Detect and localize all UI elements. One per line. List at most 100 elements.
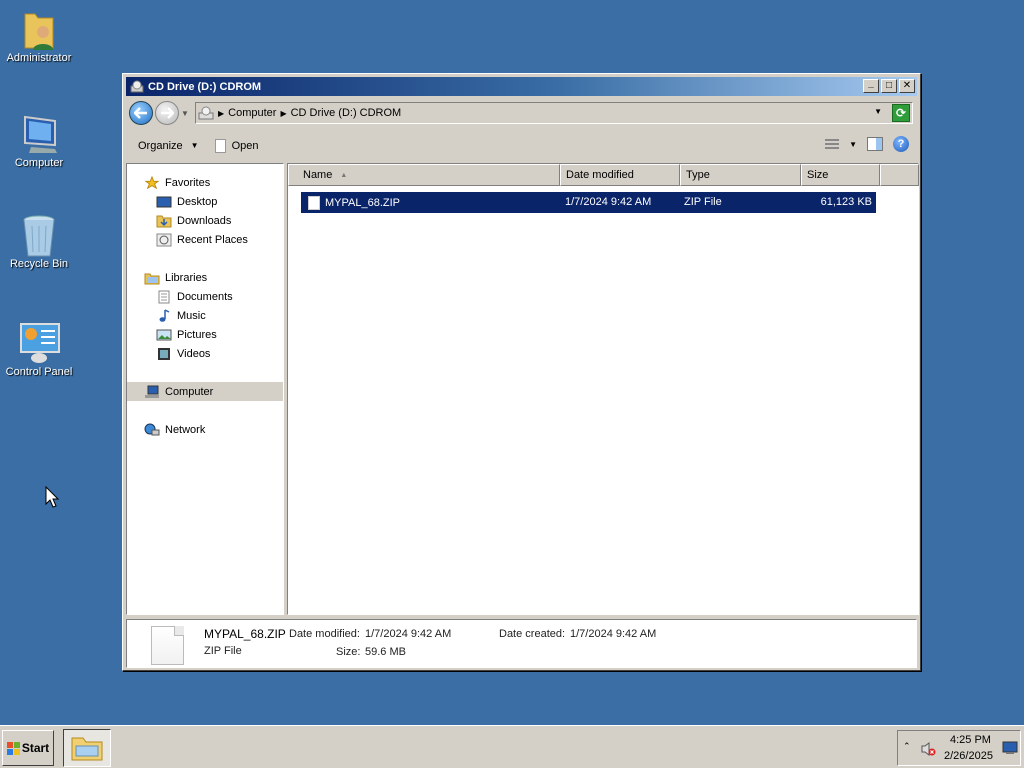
videos-icon [158, 347, 170, 360]
preview-pane-icon[interactable] [867, 137, 883, 151]
desktop-icon-computer[interactable]: Computer [0, 113, 78, 169]
windows-logo-icon [6, 741, 20, 755]
close-button[interactable]: ✕ [899, 79, 915, 93]
nav-documents[interactable]: Documents [127, 287, 283, 306]
column-header-date-modified[interactable]: Date modified [560, 164, 680, 186]
nav-computer[interactable]: Computer [127, 382, 283, 401]
views-dropdown-icon[interactable]: ▼ [849, 140, 857, 149]
libraries-icon [144, 273, 160, 284]
organize-button[interactable]: Organize ▼ [138, 140, 199, 152]
chevron-down-icon: ▼ [190, 141, 199, 150]
views-icon[interactable] [825, 138, 840, 150]
refresh-button[interactable]: ⟳ [892, 104, 910, 122]
details-size: 59.6 MB [365, 646, 406, 658]
minimize-button[interactable]: _ [863, 79, 879, 93]
details-date-created: 1/7/2024 9:42 AM [570, 628, 657, 640]
maximize-button[interactable]: □ [881, 79, 897, 93]
address-bar[interactable]: ▶ Computer ▶ CD Drive (D:) CDROM ▼ ⟳ [195, 102, 913, 124]
file-preview-icon [151, 626, 184, 665]
recent-places-icon [156, 233, 172, 246]
documents-icon [158, 290, 170, 303]
file-type: ZIP File [684, 196, 722, 208]
nav-libraries[interactable]: Libraries [127, 268, 283, 287]
desktop-icon-administrator[interactable]: Administrator [0, 8, 78, 64]
open-label: Open [231, 139, 259, 152]
nav-network[interactable]: Network [127, 420, 283, 439]
column-header-filler [880, 164, 919, 186]
back-button[interactable] [129, 101, 153, 125]
start-button[interactable]: Start [2, 730, 54, 766]
taskbar: Start ⌃ 4:25 PM 2/26/2025 [0, 725, 1024, 768]
address-row: ▼ ▶ Computer ▶ CD Drive (D:) CDROM ▼ ⟳ [126, 98, 917, 128]
show-hidden-icons-icon[interactable]: ⌃ [903, 741, 911, 752]
file-size: 61,123 KB [820, 196, 872, 208]
window-title: CD Drive (D:) CDROM [148, 80, 262, 93]
column-header-name[interactable]: Name ▲ [288, 164, 560, 186]
explorer-window: CD Drive (D:) CDROM _ □ ✕ ▼ ▶ Computer ▶… [122, 73, 921, 671]
desktop-icon-control-panel[interactable]: Control Panel [0, 322, 78, 378]
nav-downloads[interactable]: Downloads [127, 211, 283, 230]
desktop-icon-label: Administrator [6, 52, 72, 64]
forward-arrow-icon [161, 107, 174, 119]
start-label: Start [21, 741, 50, 755]
network-icon [144, 423, 160, 435]
desktop-icon-label: Control Panel [5, 366, 73, 378]
nav-favorites[interactable]: Favorites [127, 173, 283, 192]
minimize-icon: _ [868, 78, 874, 89]
details-date-created-label: Date created: [499, 628, 566, 640]
file-list-pane: Name ▲ Date modified Type Size MYPAL_68.… [287, 163, 919, 615]
clock-date[interactable]: 2/26/2025 [944, 750, 993, 762]
sort-ascending-icon: ▲ [340, 171, 348, 179]
help-icon[interactable]: ? [893, 136, 909, 152]
breadcrumb-arrow-icon[interactable]: ▶ [218, 109, 224, 118]
cd-drive-icon [198, 106, 214, 120]
details-date-modified: 1/7/2024 9:42 AM [365, 628, 452, 640]
show-desktop-icon[interactable] [1002, 741, 1018, 755]
nav-pictures[interactable]: Pictures [127, 325, 283, 344]
file-date: 1/7/2024 9:42 AM [565, 196, 652, 208]
open-button[interactable]: Open [214, 138, 259, 153]
file-icon [308, 195, 320, 210]
navigation-pane: Favorites Desktop Downloads Recent Place… [126, 163, 284, 615]
breadcrumb-cd-drive[interactable]: CD Drive (D:) CDROM [291, 107, 402, 119]
cd-drive-icon [130, 80, 144, 92]
file-name: MYPAL_68.ZIP [325, 196, 400, 209]
details-date-modified-label: Date modified: [289, 628, 360, 640]
column-header-size[interactable]: Size [801, 164, 880, 186]
star-icon [144, 175, 160, 189]
back-arrow-icon [134, 107, 147, 119]
explorer-folder-icon [71, 737, 103, 761]
downloads-folder-icon [156, 215, 172, 227]
file-icon [214, 138, 226, 153]
refresh-icon: ⟳ [895, 106, 907, 120]
desktop-icon [156, 196, 172, 207]
pictures-icon [156, 329, 172, 340]
title-bar[interactable]: CD Drive (D:) CDROM _ □ ✕ [126, 77, 917, 96]
close-icon: ✕ [902, 80, 912, 91]
breadcrumb-computer[interactable]: Computer [228, 107, 276, 119]
taskbar-explorer-button[interactable] [63, 729, 111, 767]
desktop-icon-label: Computer [14, 157, 64, 169]
nav-videos[interactable]: Videos [127, 344, 283, 363]
clock-time[interactable]: 4:25 PM [950, 734, 991, 746]
music-icon [159, 308, 170, 322]
command-bar: Organize ▼ Open ▼ ? [126, 131, 917, 160]
nav-desktop[interactable]: Desktop [127, 192, 283, 211]
nav-music[interactable]: Music [127, 306, 283, 325]
address-dropdown-icon[interactable]: ▼ [874, 107, 882, 116]
control-panel-icon [19, 322, 60, 363]
desktop-icon-recycle-bin[interactable]: Recycle Bin [0, 214, 78, 270]
details-pane: MYPAL_68.ZIP ZIP File Date modified: 1/7… [126, 619, 917, 668]
organize-label: Organize [138, 139, 183, 152]
details-filetype: ZIP File [204, 645, 242, 657]
maximize-icon: □ [885, 80, 893, 91]
table-row[interactable]: MYPAL_68.ZIP 1/7/2024 9:42 AM ZIP File 6… [301, 192, 876, 213]
user-folder-icon [19, 8, 59, 50]
column-header-type[interactable]: Type [680, 164, 801, 186]
recent-pages-dropdown-icon[interactable]: ▼ [181, 109, 189, 118]
details-size-label: Size: [336, 646, 361, 658]
speaker-muted-icon[interactable] [920, 741, 936, 757]
breadcrumb-arrow-icon[interactable]: ▶ [280, 109, 286, 118]
forward-button[interactable] [155, 101, 179, 125]
nav-recent-places[interactable]: Recent Places [127, 230, 283, 249]
